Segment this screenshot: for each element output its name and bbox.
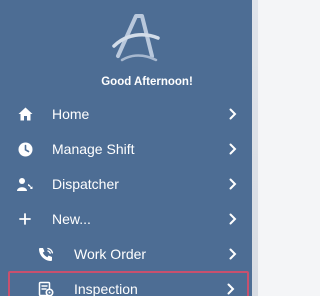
- chevron-right-icon: [227, 106, 239, 122]
- person-phone-icon: [17, 176, 33, 192]
- clipboard-gear-icon: [38, 281, 54, 296]
- chevron-right-icon: [227, 211, 239, 227]
- chevron-right-icon: [227, 246, 239, 262]
- menu-item-dispatcher[interactable]: Dispatcher: [0, 166, 252, 201]
- navigation-drawer: Good Afternoon! Home Manage Shift Dispat…: [0, 0, 252, 296]
- menu-item-home[interactable]: Home: [0, 96, 252, 131]
- menu-item-inspection[interactable]: Inspection: [8, 271, 249, 296]
- menu-item-work-order[interactable]: Work Order: [0, 236, 252, 271]
- drawer-menu: Home Manage Shift Dispatcher New... Work…: [0, 96, 252, 296]
- menu-item-manage-shift[interactable]: Manage Shift: [0, 131, 252, 166]
- menu-item-inspection-label: Inspection: [74, 281, 138, 296]
- greeting-text: Good Afternoon!: [101, 76, 193, 88]
- background-content: [252, 0, 258, 296]
- menu-item-new[interactable]: New...: [0, 201, 252, 236]
- chevron-right-icon: [225, 281, 237, 296]
- menu-item-manage-shift-label: Manage Shift: [52, 141, 135, 157]
- home-icon: [17, 106, 33, 122]
- chevron-right-icon: [227, 141, 239, 157]
- menu-item-work-order-label: Work Order: [74, 246, 147, 262]
- chevron-right-icon: [227, 176, 239, 192]
- plus-icon: [17, 211, 33, 227]
- menu-item-new-label: New...: [52, 211, 91, 227]
- menu-item-dispatcher-label: Dispatcher: [52, 176, 119, 192]
- phone-icon: [38, 246, 54, 262]
- clock-icon: [17, 141, 33, 157]
- app-logo: [112, 14, 160, 62]
- menu-item-home-label: Home: [52, 106, 90, 122]
